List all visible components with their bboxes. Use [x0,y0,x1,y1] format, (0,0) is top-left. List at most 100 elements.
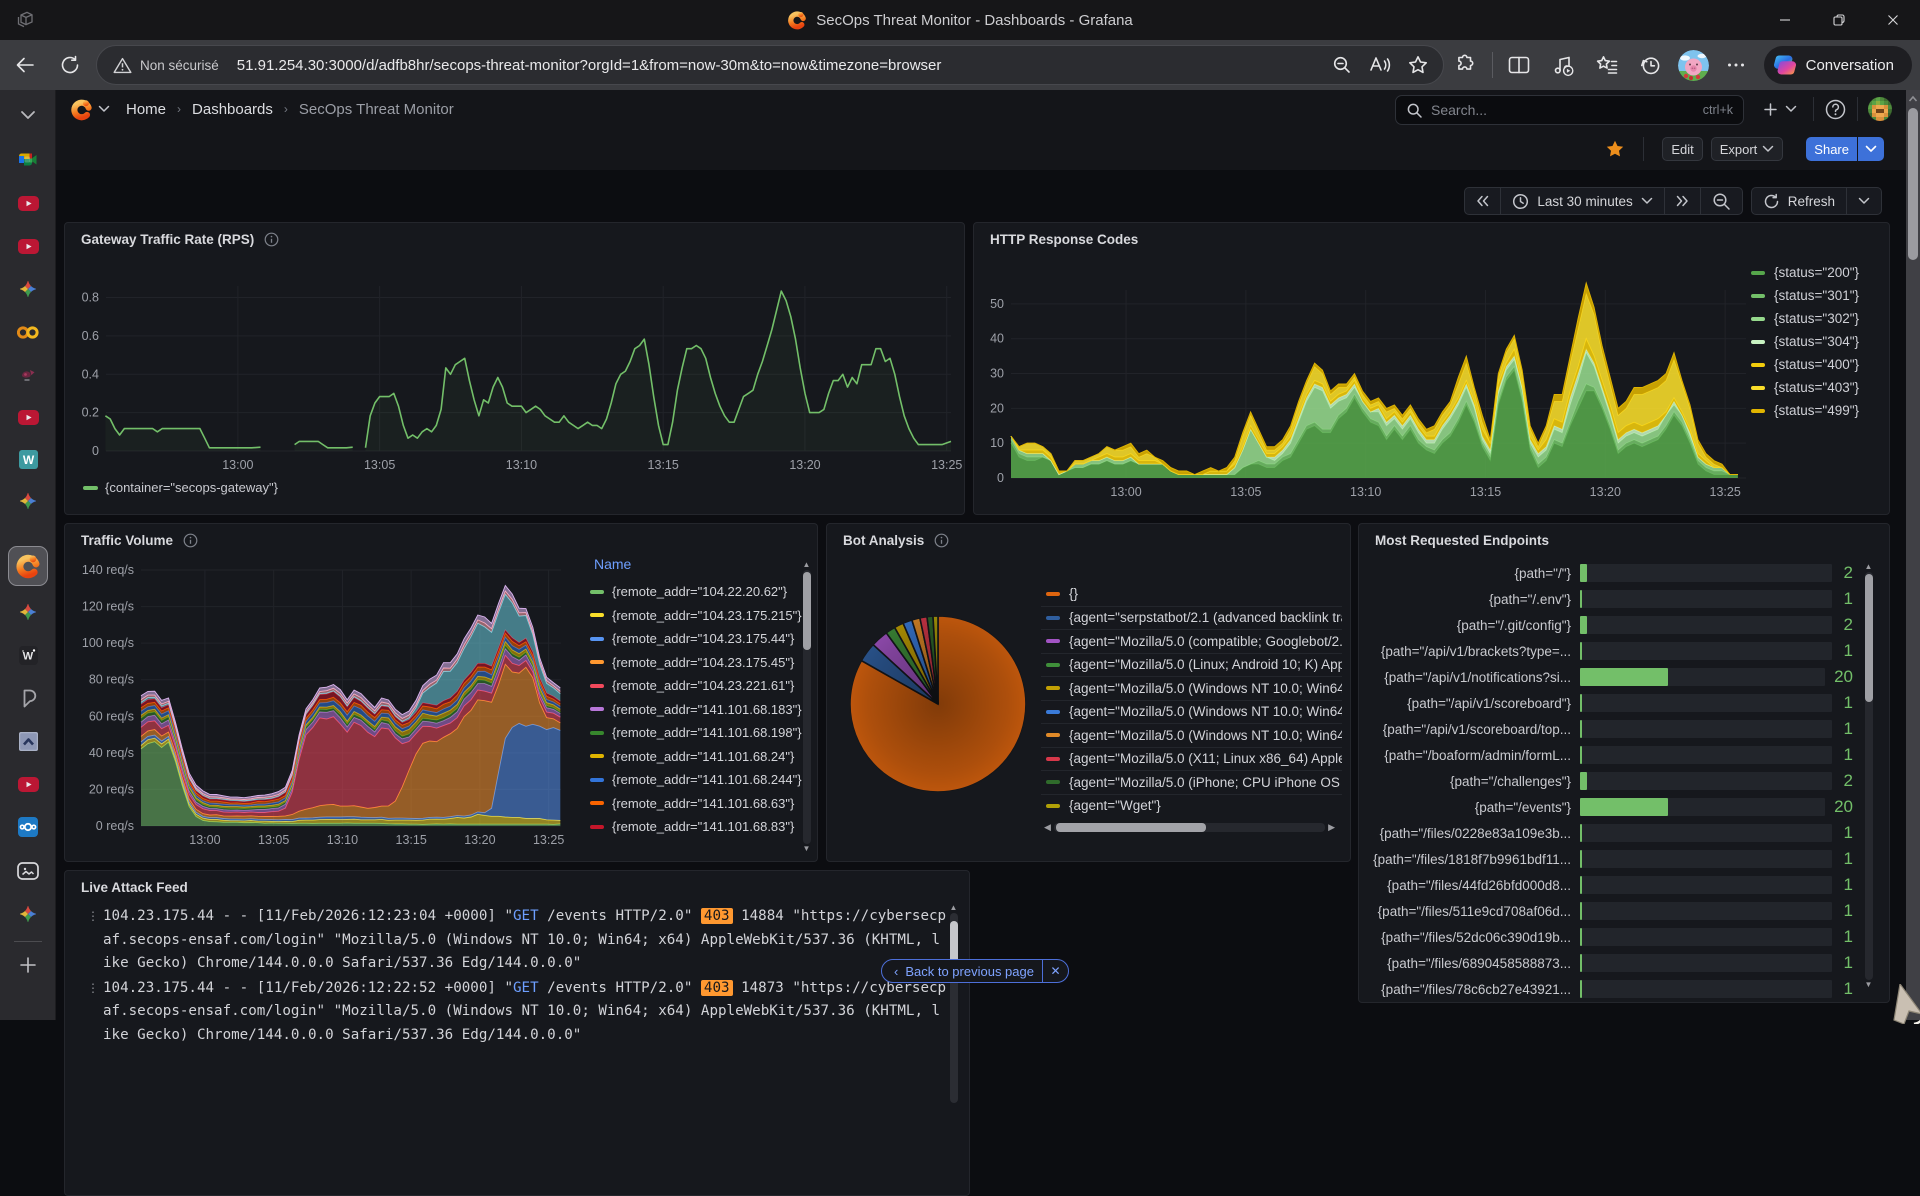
panel-info-icon[interactable] [264,232,279,247]
legend-item[interactable]: {remote_addr="141.101.68.244"} [581,768,811,792]
tab-gemini-3[interactable] [0,592,56,632]
refresh-interval-dropdown[interactable] [1846,188,1881,214]
endpoint-label[interactable]: {path="/"} [1371,566,1571,581]
help-icon[interactable] [1824,98,1847,121]
restore-button[interactable] [1812,0,1866,40]
not-secure-warning-icon[interactable] [113,57,132,74]
address-bar[interactable]: Non sécurisé 51.91.254.30:3000/d/adfb8hr… [96,45,1444,85]
endpoint-label[interactable]: {path="/files/6890458588873... [1371,956,1571,971]
export-button[interactable]: Export [1711,137,1784,161]
refresh-button[interactable]: Refresh [1752,188,1846,214]
endpoint-label[interactable]: {path="/events"} [1371,800,1571,815]
tab-youtube-3[interactable] [0,397,56,437]
minimize-button[interactable] [1758,0,1812,40]
close-button[interactable] [1866,0,1920,40]
back-to-previous-page-button[interactable]: ‹ Back to previous page ✕ [881,959,1069,983]
endpoint-label[interactable]: {path="/files/52dc06c390d19b... [1371,930,1571,945]
log-entry[interactable]: ⋮104.23.175.44 - - [11/Feb/2026:12:23:04… [87,905,947,976]
log-entry[interactable]: ⋮104.23.175.44 - - [11/Feb/2026:12:22:52… [87,977,947,1048]
legend-item[interactable]: {remote_addr="141.101.68.83"} [581,815,811,839]
endpoint-label[interactable]: {path="/api/v1/scoreboard"} [1371,696,1571,711]
tab-gemini-2[interactable] [0,481,56,521]
history-icon[interactable] [1629,46,1673,84]
panel-title[interactable]: Bot Analysis [843,533,924,548]
endpoint-label[interactable]: {path="/files/1818f7b9961bdf11... [1371,852,1571,867]
legend-item[interactable]: {status="302"} [1751,307,1859,330]
endpoint-label[interactable]: {path="/api/v1/notifications?si... [1371,670,1571,685]
search-input[interactable]: Search... ctrl+k [1395,95,1744,125]
legend-item[interactable]: {agent="Mozilla/5.0 (Windows NT 10.0; Wi… [1041,676,1342,700]
tab-chevron-tile[interactable] [0,721,56,761]
legend-item[interactable]: {remote_addr="104.23.175.215"} [581,604,811,628]
endpoint-label[interactable]: {path="/.git/config"} [1371,618,1571,633]
endpoint-label[interactable]: {path="/challenges"} [1371,774,1571,789]
tab-gemini-4[interactable] [0,894,56,934]
tab-nextcloud[interactable] [0,807,56,847]
tab-infinity[interactable] [0,312,56,352]
time-range-picker[interactable]: Last 30 minutes [1500,188,1663,214]
tab-wordmark[interactable]: W [0,439,56,479]
endpoint-label[interactable]: {path="/files/511e9cd708af06d... [1371,904,1571,919]
log-kebab-icon[interactable]: ⋮ [87,905,103,976]
legend-item[interactable]: {remote_addr="104.23.175.44"} [581,627,811,651]
collections-icon[interactable] [1585,46,1629,84]
http-codes-chart[interactable]: 0102030405013:0013:0513:1013:1513:2013:2… [974,254,1749,514]
panel-title[interactable]: Most Requested Endpoints [1375,533,1549,548]
media-controls-icon[interactable] [1541,46,1585,84]
browser-profile-avatar[interactable] [1678,50,1709,81]
panel-info-icon[interactable] [934,533,949,548]
share-button[interactable]: Share [1806,137,1857,161]
legend-item[interactable]: {agent="Wget"} [1041,794,1342,818]
new-tab[interactable] [0,945,56,985]
grafana-logo-icon[interactable] [70,98,93,121]
legend-item[interactable]: {agent="Mozilla/5.0 (iPhone; CPU iPhone … [1041,770,1342,794]
user-avatar[interactable] [1868,97,1892,121]
legend-item[interactable]: {agent="Mozilla/5.0 (X11; Linux x86_64) … [1041,747,1342,771]
legend-item[interactable]: {remote_addr="141.101.68.24"} [581,745,811,769]
url-text[interactable]: 51.91.254.30:3000/d/adfb8hr/secops-threa… [229,57,1323,74]
endpoint-label[interactable]: {path="/api/v1/brackets?type=... [1371,644,1571,659]
legend-item[interactable]: {status="304"} [1751,330,1859,353]
extensions-icon[interactable] [1444,46,1488,84]
endpoint-label[interactable]: {path="/files/78c6cb27e43921... [1371,982,1571,997]
new-menu-button[interactable] [1757,102,1803,117]
breadcrumb-home[interactable]: Home [126,101,166,118]
legend-item[interactable]: {status="301"} [1751,284,1859,307]
legend-item[interactable]: {status="200"} [1751,261,1859,284]
mega-menu-chevron-icon[interactable] [98,105,110,113]
gateway-chart[interactable]: 00.20.40.60.813:0013:0513:1013:1513:2013… [65,254,964,514]
read-aloud-icon[interactable] [1361,46,1399,84]
tab-w-sparkle[interactable]: W [0,635,56,675]
legend-item[interactable]: {agent="Mozilla/5.0 (Windows NT 10.0; Wi… [1041,700,1342,724]
panel-title[interactable]: Traffic Volume [81,533,173,548]
legend-item[interactable]: {agent="Mozilla/5.0 (Linux; Android 10; … [1041,653,1342,677]
endpoint-label[interactable]: {path="/boaform/admin/formL... [1371,748,1571,763]
edit-button[interactable]: Edit [1662,137,1702,161]
time-zoom-out-button[interactable] [1700,188,1742,214]
legend-item[interactable]: {remote_addr="104.22.20.62"} [581,580,811,604]
split-screen-icon[interactable] [1497,46,1541,84]
legend-item[interactable]: {status="499"} [1751,399,1859,422]
collapse[interactable] [0,95,56,135]
legend-item[interactable]: {remote_addr="141.101.68.183"} [581,698,811,722]
logs-scrollbar[interactable]: ▲ [949,903,958,1103]
tab-grafana-active[interactable] [8,546,48,586]
time-shift-forward-button[interactable] [1664,188,1700,214]
tab-youtube-2[interactable] [0,226,56,266]
legend-item[interactable]: {remote_addr="141.101.68.63"} [581,792,811,816]
favorite-star-icon[interactable] [1399,46,1437,84]
bot-pie-chart[interactable] [833,599,1043,809]
breadcrumb-dashboards[interactable]: Dashboards [192,101,273,118]
tab-youtube-4[interactable] [0,764,56,804]
tab-screenshot[interactable] [0,851,56,891]
endpoint-label[interactable]: {path="/api/v1/scoreboard/top... [1371,722,1571,737]
panel-title[interactable]: Live Attack Feed [81,880,188,895]
legend-label[interactable]: {container="secops-gateway"} [105,480,279,495]
back-pill-close-icon[interactable]: ✕ [1042,960,1068,982]
tab-p[interactable] [0,678,56,718]
panel-info-icon[interactable] [183,533,198,548]
reload-button[interactable] [51,46,89,84]
page-scrollbar-thumb[interactable] [1908,108,1918,260]
legend-item[interactable]: {status="403"} [1751,376,1859,399]
page-scrollbar[interactable] [1906,90,1920,1020]
